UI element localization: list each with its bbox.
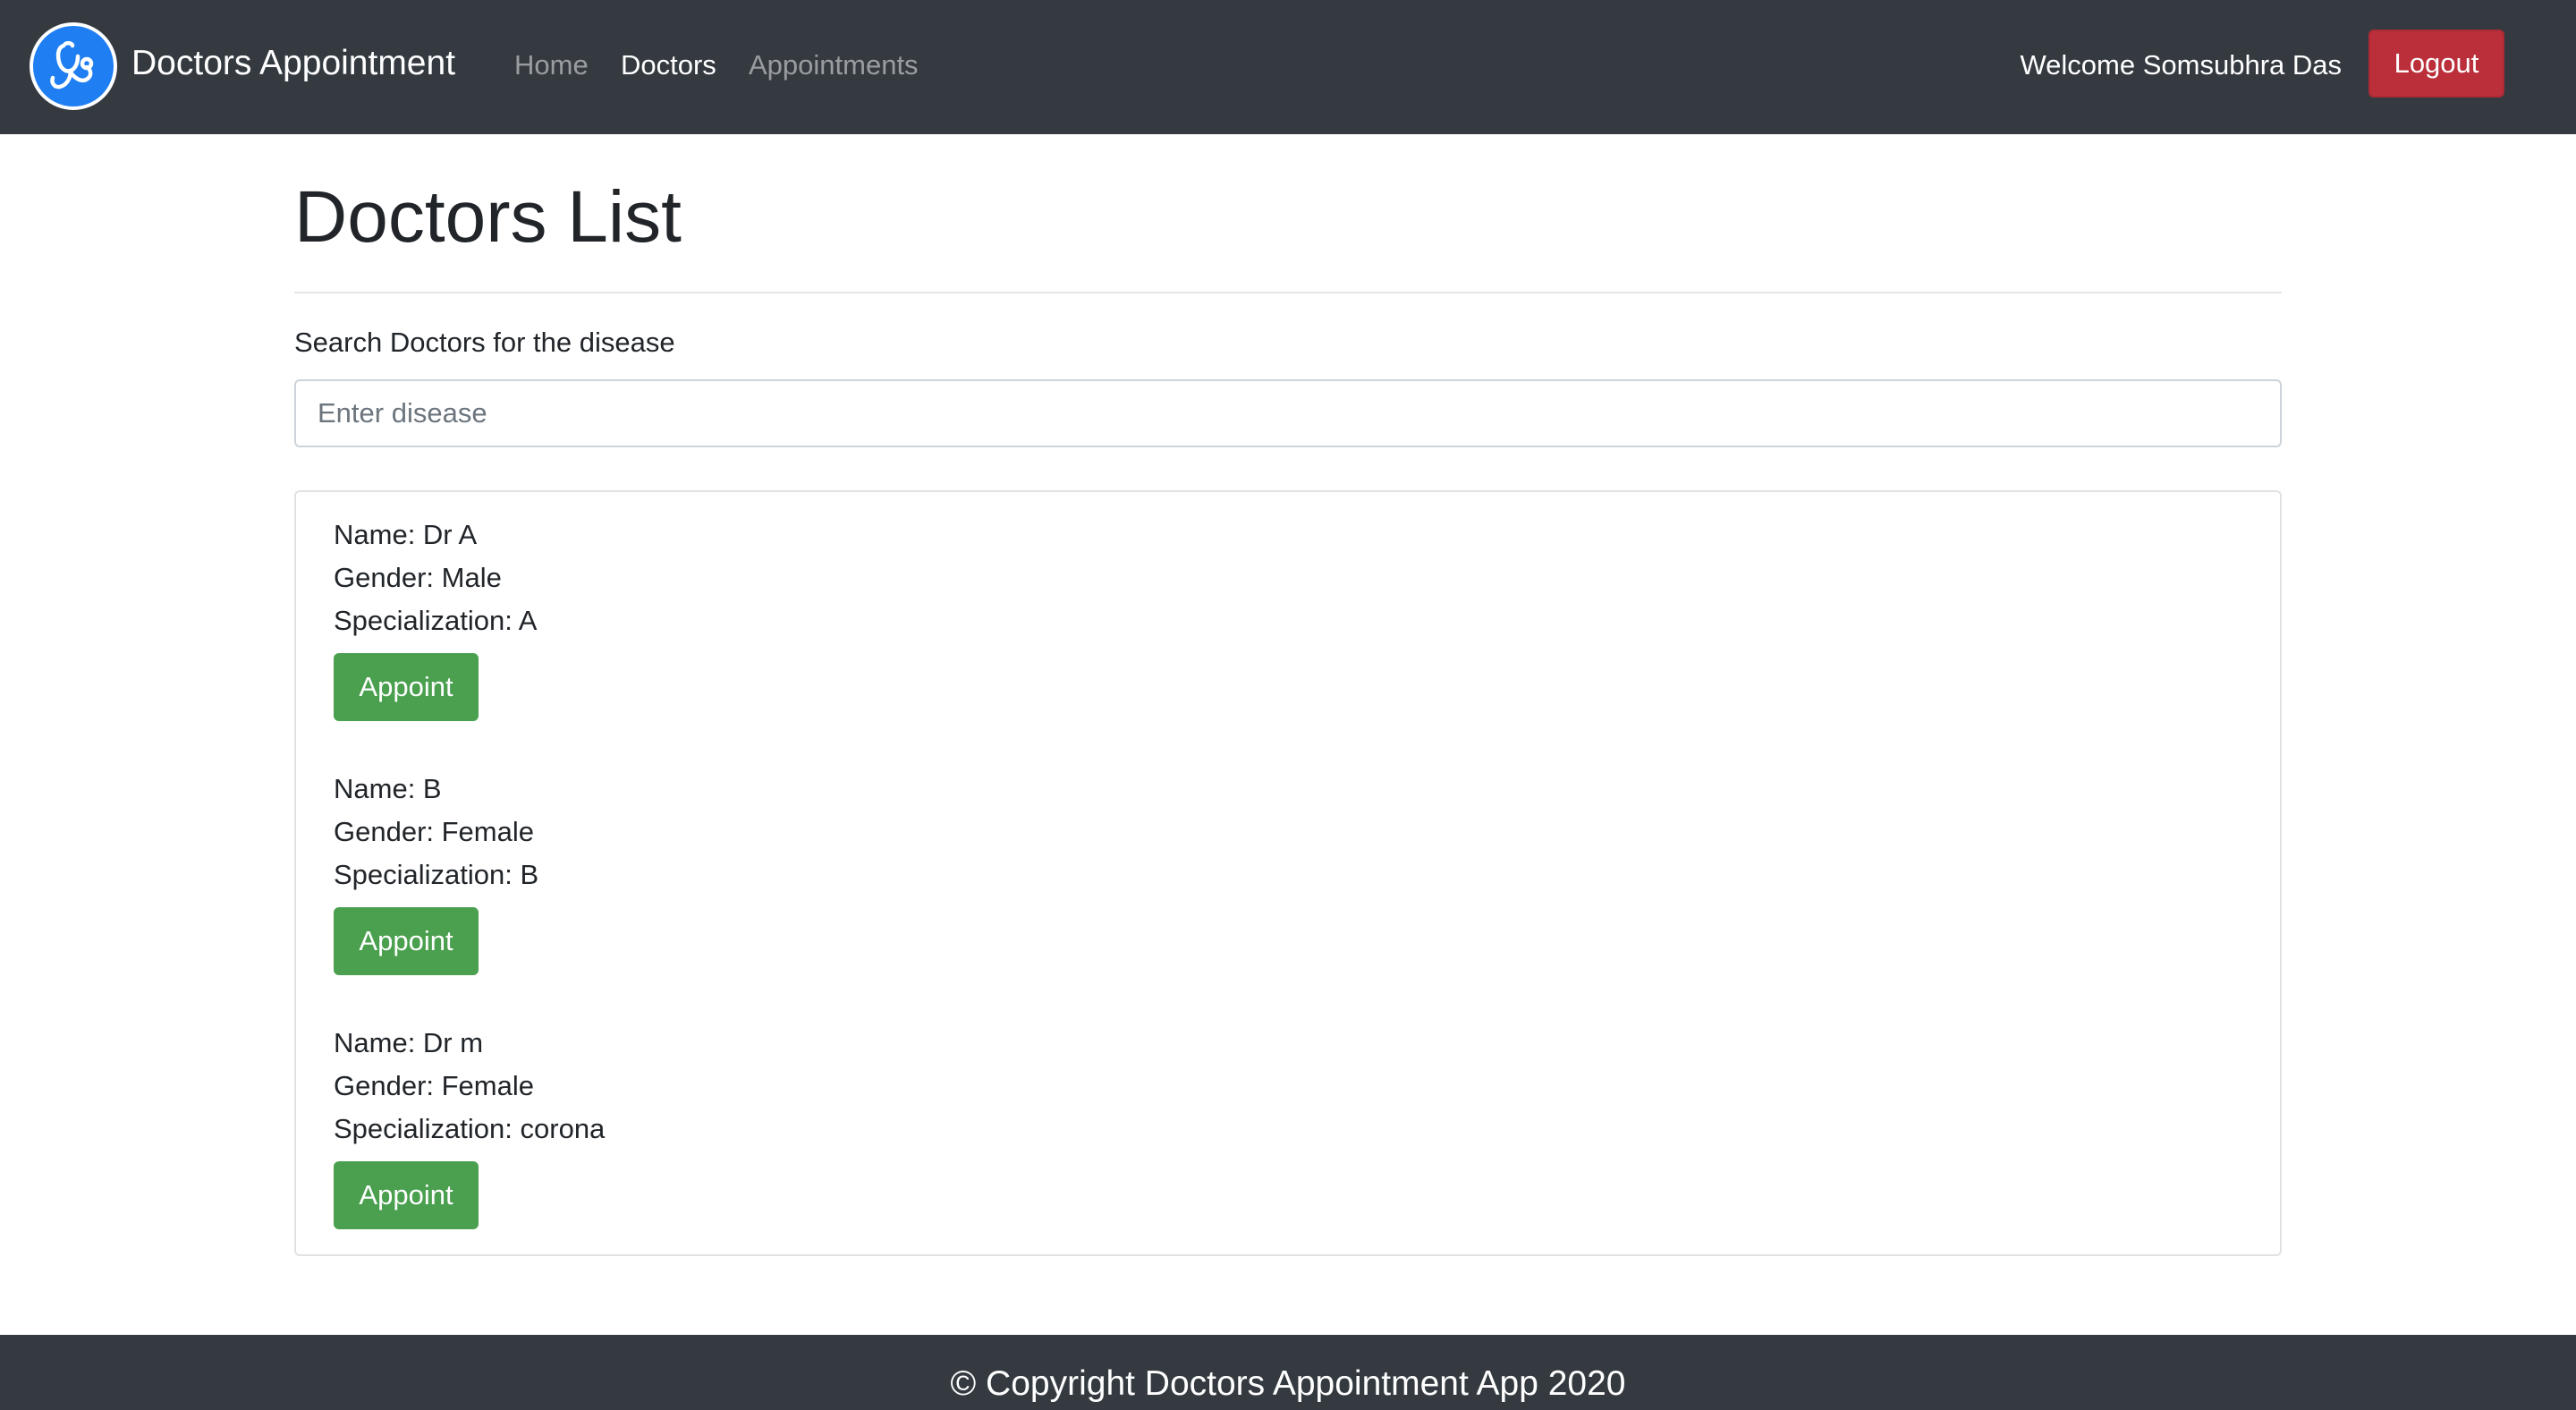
doctor-item: Name: B Gender: Female Specialization: B…: [334, 768, 538, 975]
copyright-text: © Copyright Doctors Appointment App 2020: [950, 1364, 1626, 1403]
nav-link-appointments[interactable]: Appointments: [749, 47, 919, 83]
page-footer: © Copyright Doctors Appointment App 2020: [0, 1335, 2576, 1410]
nav-link-doctors[interactable]: Doctors: [621, 47, 716, 83]
doctor-name: Name: Dr A: [334, 519, 478, 550]
doctor-item: Name: Dr m Gender: Female Specialization…: [334, 1022, 605, 1229]
appoint-button[interactable]: Appoint: [334, 1161, 479, 1229]
doctor-specialization: Specialization: corona: [334, 1113, 606, 1144]
appoint-button[interactable]: Appoint: [334, 653, 479, 721]
page-title: Doctors List: [294, 176, 682, 258]
doctor-gender: Gender: Female: [334, 816, 534, 847]
doctor-gender: Gender: Male: [334, 562, 502, 593]
doctors-list-card: Name: Dr A Gender: Male Specialization: …: [294, 490, 2282, 1256]
doctor-gender: Gender: Female: [334, 1070, 534, 1101]
welcome-text: Welcome Somsubhra Das: [2020, 49, 2342, 81]
disease-search-input[interactable]: [294, 379, 2282, 447]
appoint-button[interactable]: Appoint: [334, 907, 479, 975]
doctor-name: Name: B: [334, 773, 442, 804]
logout-button[interactable]: Logout: [2368, 30, 2504, 98]
doctor-item: Name: Dr A Gender: Male Specialization: …: [334, 514, 537, 721]
doctor-specialization: Specialization: A: [334, 605, 538, 636]
stethoscope-icon[interactable]: [30, 22, 117, 110]
doctor-specialization: Specialization: B: [334, 859, 539, 890]
nav-link-home[interactable]: Home: [514, 47, 589, 83]
title-divider: [294, 292, 2282, 293]
search-label: Search Doctors for the disease: [294, 327, 675, 358]
top-navbar: Doctors Appointment Home Doctors Appoint…: [0, 0, 2576, 134]
brand-name[interactable]: Doctors Appointment: [131, 39, 455, 88]
doctor-name: Name: Dr m: [334, 1027, 484, 1058]
